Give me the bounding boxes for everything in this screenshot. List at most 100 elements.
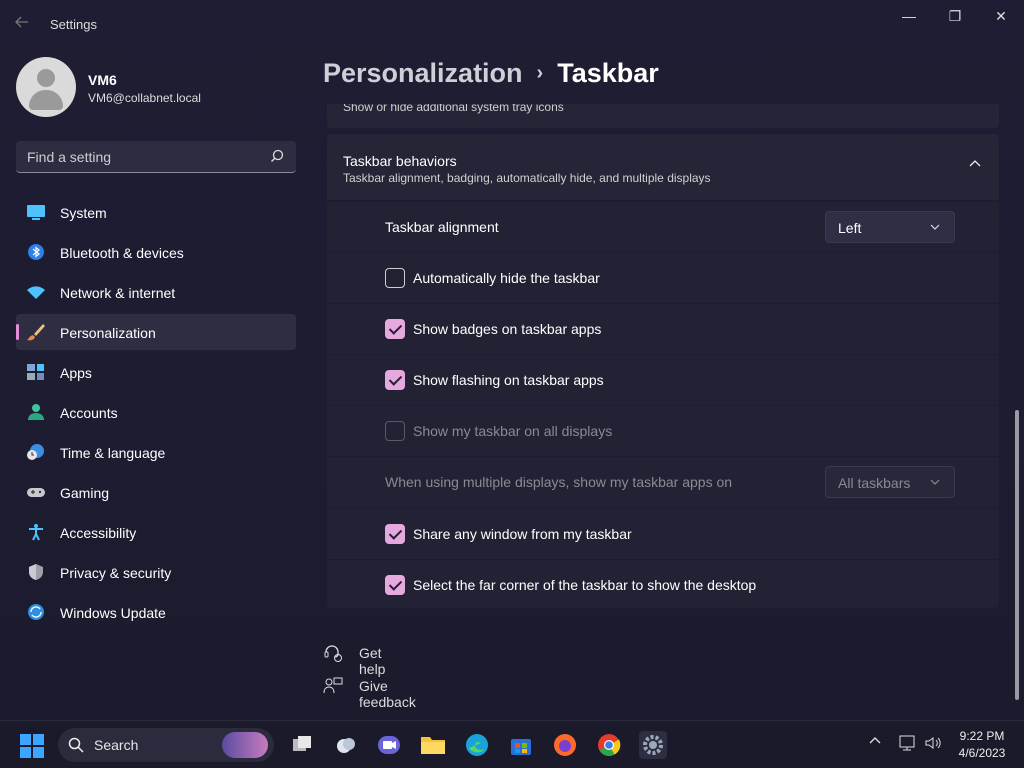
sidebar-item-personalization[interactable]: Personalization (16, 314, 296, 350)
chevron-up-icon[interactable] (969, 158, 981, 170)
maximize-button[interactable]: ❐ (932, 0, 978, 32)
section-title: Taskbar behaviors (343, 153, 457, 169)
update-icon (28, 604, 44, 620)
previous-section-card[interactable]: Show or hide additional system tray icon… (327, 104, 999, 128)
all-displays-row: Show my taskbar on all displays (327, 406, 999, 456)
sidebar-item-bluetooth[interactable]: Bluetooth & devices (16, 234, 296, 270)
breadcrumb: Personalization › Taskbar (323, 58, 659, 89)
sidebar-item-label: Apps (60, 365, 92, 381)
bluetooth-icon (28, 244, 44, 260)
task-view-icon[interactable] (288, 731, 316, 759)
give-feedback-label: Give feedback (359, 678, 416, 710)
chrome-icon[interactable] (595, 731, 623, 759)
flashing-checkbox[interactable] (385, 370, 405, 390)
title-bar: Settings — ❐ ✕ (0, 0, 1024, 48)
edge-icon[interactable] (463, 731, 491, 759)
sidebar-item-label: Windows Update (60, 605, 166, 621)
sidebar-nav: System Bluetooth & devices Network & int… (16, 194, 296, 634)
sidebar-item-system[interactable]: System (16, 194, 296, 230)
shield-icon (29, 564, 43, 580)
start-icon[interactable] (20, 734, 44, 758)
chevron-down-icon (930, 224, 940, 230)
apps-icon (27, 364, 44, 380)
taskbar-alignment-row: Taskbar alignment Left (327, 202, 999, 252)
far-corner-row: Select the far corner of the taskbar to … (327, 560, 999, 608)
system-icon (27, 205, 45, 220)
chevron-up-icon[interactable] (868, 734, 882, 748)
sidebar-item-network[interactable]: Network & internet (16, 274, 296, 310)
sidebar-item-label: Personalization (60, 325, 156, 341)
page-title: Taskbar (557, 58, 659, 88)
clock-time: 9:22 PM (959, 729, 1005, 743)
file-explorer-icon[interactable] (419, 731, 447, 759)
multi-display-label: When using multiple displays, show my ta… (385, 474, 733, 490)
sidebar-item-gaming[interactable]: Gaming (16, 474, 296, 510)
user-email: VM6@collabnet.local (88, 91, 201, 105)
previous-section-subtitle: Show or hide additional system tray icon… (343, 104, 564, 114)
gamepad-icon (27, 488, 45, 497)
avatar[interactable] (16, 57, 76, 117)
settings-icon[interactable] (639, 731, 667, 759)
feedback-icon (323, 677, 343, 694)
taskbar-behaviors-group: Taskbar behaviors Taskbar alignment, bad… (327, 134, 999, 608)
sidebar-item-label: Accessibility (60, 525, 137, 541)
auto-hide-checkbox[interactable] (385, 268, 405, 288)
scrollbar-thumb[interactable] (1015, 410, 1019, 700)
breadcrumb-separator-icon: › (536, 62, 544, 84)
scrollbar[interactable] (1014, 110, 1020, 710)
sidebar-item-windows-update[interactable]: Windows Update (16, 594, 296, 630)
search-icon (68, 737, 84, 753)
widgets-icon[interactable] (332, 731, 360, 759)
taskbar-behaviors-header[interactable]: Taskbar behaviors Taskbar alignment, bad… (327, 134, 999, 200)
close-button[interactable]: ✕ (978, 0, 1024, 32)
sidebar-item-label: Gaming (60, 485, 110, 501)
sidebar-item-apps[interactable]: Apps (16, 354, 296, 390)
badges-checkbox[interactable] (385, 319, 405, 339)
taskbar-search[interactable]: Search (58, 728, 274, 762)
sidebar-item-time-language[interactable]: Time & language (16, 434, 296, 470)
sidebar-item-label: Time & language (60, 445, 166, 461)
sidebar-item-label: Network & internet (60, 285, 176, 301)
section-subtitle: Taskbar alignment, badging, automaticall… (343, 171, 711, 185)
search-placeholder: Find a setting (27, 149, 112, 165)
far-corner-checkbox[interactable] (385, 575, 405, 595)
minimize-button[interactable]: — (886, 0, 932, 32)
auto-hide-label: Automatically hide the taskbar (413, 270, 600, 286)
taskbar-search-label: Search (94, 737, 139, 753)
clock-globe-icon (27, 444, 44, 460)
accessibility-icon (29, 524, 43, 541)
share-window-checkbox[interactable] (385, 524, 405, 544)
user-name: VM6 (88, 72, 117, 88)
back-arrow-icon[interactable] (14, 14, 34, 34)
taskbar-clock[interactable]: 9:22 PM 4/6/2023 (952, 728, 1012, 762)
accounts-icon (28, 404, 44, 420)
teams-chat-icon[interactable] (375, 731, 403, 759)
flashing-row: Show flashing on taskbar apps (327, 355, 999, 405)
volume-icon[interactable] (924, 734, 942, 752)
sidebar-item-label: Accounts (60, 405, 118, 421)
chevron-down-icon (930, 479, 940, 485)
clock-date: 4/6/2023 (958, 746, 1006, 760)
get-help-label: Get help (359, 645, 386, 677)
sidebar-item-accounts[interactable]: Accounts (16, 394, 296, 430)
store-icon[interactable] (507, 731, 535, 759)
flashing-label: Show flashing on taskbar apps (413, 372, 604, 388)
sidebar-item-privacy[interactable]: Privacy & security (16, 554, 296, 590)
badges-row: Show badges on taskbar apps (327, 304, 999, 354)
sidebar-item-label: Privacy & security (60, 565, 172, 581)
network-icon[interactable] (898, 734, 918, 752)
taskbar-alignment-label: Taskbar alignment (385, 219, 499, 235)
wifi-icon (27, 286, 45, 299)
firefox-icon[interactable] (551, 731, 579, 759)
search-icon (271, 149, 284, 162)
breadcrumb-parent[interactable]: Personalization (323, 58, 523, 88)
sidebar-item-label: Bluetooth & devices (60, 245, 184, 261)
help-icon (324, 645, 342, 662)
search-input[interactable]: Find a setting (16, 141, 296, 173)
auto-hide-row: Automatically hide the taskbar (327, 253, 999, 303)
sidebar-item-accessibility[interactable]: Accessibility (16, 514, 296, 550)
share-window-row: Share any window from my taskbar (327, 509, 999, 559)
taskbar-alignment-dropdown[interactable]: Left (825, 211, 955, 243)
dropdown-value: Left (838, 220, 862, 236)
brush-icon (27, 324, 45, 341)
